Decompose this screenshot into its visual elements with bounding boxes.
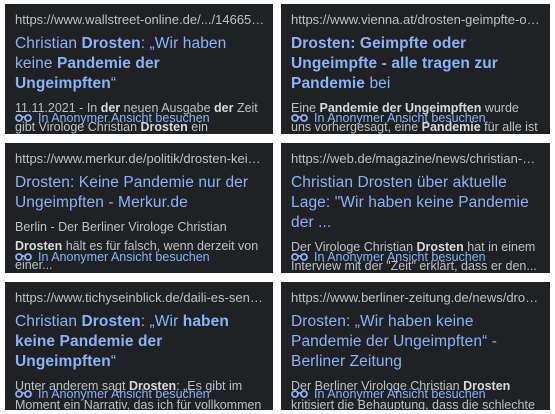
incognito-icon xyxy=(291,114,308,122)
incognito-icon xyxy=(291,253,308,261)
anonymous-view-label: In Anonymer Ansicht besuchen xyxy=(314,111,486,125)
result-title-link[interactable]: Drosten: Keine Pandemie nur der Ungeimpf… xyxy=(15,173,265,213)
anonymous-view-link[interactable]: In Anonymer Ansicht besuchen xyxy=(291,249,486,265)
anonymous-view-link[interactable]: In Anonymer Ansicht besuchen xyxy=(291,386,486,402)
result-title-link[interactable]: Drosten: „Wir haben keine Pandemie der U… xyxy=(291,312,542,372)
text-segment: Christian Drosten über aktuelle Lage: "W… xyxy=(291,174,529,231)
incognito-icon xyxy=(15,253,32,261)
anonymous-view-link[interactable]: In Anonymer Ansicht besuchen xyxy=(15,249,210,265)
anonymous-view-label: In Anonymer Ansicht besuchen xyxy=(38,111,210,125)
anonymous-view-link[interactable]: In Anonymer Ansicht besuchen xyxy=(15,110,210,126)
text-segment: Christian xyxy=(15,313,82,330)
highlighted-term: Drosten xyxy=(81,313,141,330)
result-card[interactable]: https://www.wallstreet-online.de/.../146… xyxy=(5,4,273,134)
result-card[interactable]: https://www.berliner-zeitung.de/news/dro… xyxy=(281,282,550,410)
result-card[interactable]: https://www.tichyseinblick.de/daili-es-s… xyxy=(5,282,273,410)
incognito-icon xyxy=(15,390,32,398)
anonymous-view-label: In Anonymer Ansicht besuchen xyxy=(314,250,486,264)
anonymous-view-link[interactable]: In Anonymer Ansicht besuchen xyxy=(291,110,486,126)
text-segment: Christian xyxy=(15,35,82,52)
result-url[interactable]: https://www.berliner-zeitung.de/news/dro… xyxy=(291,290,542,306)
highlighted-term: Drosten: Geimpfte oder Ungeimpfte - alle… xyxy=(291,35,498,92)
highlighted-term: der xyxy=(214,101,234,115)
incognito-icon xyxy=(291,390,308,398)
result-title-link[interactable]: Christian Drosten: „Wir haben keine Pand… xyxy=(15,34,265,94)
anonymous-view-label: In Anonymer Ansicht besuchen xyxy=(38,387,210,401)
highlighted-term: Drosten xyxy=(81,35,141,52)
result-url[interactable]: https://www.vienna.at/drosten-geimpfte-o… xyxy=(291,12,542,28)
text-segment: Berlin - Der Berliner Virologe Christian xyxy=(15,220,227,234)
text-segment: Drosten: Keine Pandemie nur der Ungeimpf… xyxy=(15,174,249,211)
text-segment: “ xyxy=(110,75,117,92)
text-segment: Drosten: „Wir haben keine Pandemie der U… xyxy=(291,313,498,370)
result-title-link[interactable]: Drosten: Geimpfte oder Ungeimpfte - alle… xyxy=(291,34,542,94)
result-url[interactable]: https://www.merkur.de/politik/drosten-ke… xyxy=(15,151,265,167)
text-segment: “ xyxy=(110,353,117,370)
text-segment: : „Wir xyxy=(140,313,183,330)
result-url[interactable]: https://web.de/magazine/news/christian-d… xyxy=(291,151,542,167)
result-url[interactable]: https://www.wallstreet-online.de/.../146… xyxy=(15,12,265,28)
anonymous-view-link[interactable]: In Anonymer Ansicht besuchen xyxy=(15,386,210,402)
result-url[interactable]: https://www.tichyseinblick.de/daili-es-s… xyxy=(15,290,265,306)
result-card[interactable]: https://web.de/magazine/news/christian-d… xyxy=(281,143,550,273)
text-segment: bei xyxy=(365,75,391,92)
result-title-link[interactable]: Christian Drosten: „Wir haben keine Pand… xyxy=(15,312,265,372)
anonymous-view-label: In Anonymer Ansicht besuchen xyxy=(314,387,486,401)
result-card[interactable]: https://www.merkur.de/politik/drosten-ke… xyxy=(5,143,273,273)
result-card[interactable]: https://www.vienna.at/drosten-geimpfte-o… xyxy=(281,4,550,134)
anonymous-view-label: In Anonymer Ansicht besuchen xyxy=(38,250,210,264)
incognito-icon xyxy=(15,114,32,122)
result-title-link[interactable]: Christian Drosten über aktuelle Lage: "W… xyxy=(291,173,542,233)
